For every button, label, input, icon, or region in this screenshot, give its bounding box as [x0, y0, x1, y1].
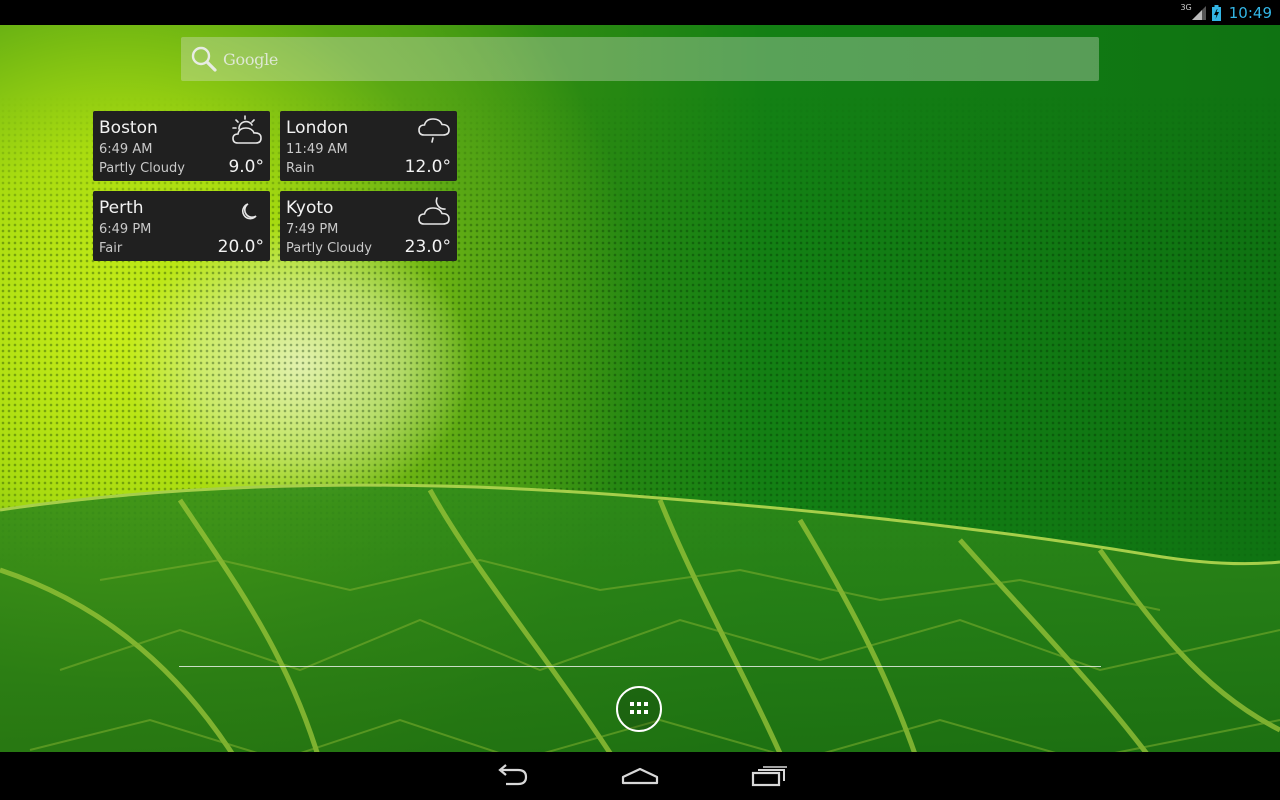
signal-icon — [1191, 5, 1206, 20]
network-type-label: 3G — [1180, 3, 1192, 12]
recents-icon — [751, 766, 787, 787]
status-clock[interactable]: 10:49 — [1229, 4, 1272, 22]
dock-divider — [179, 666, 1101, 667]
weather-city: Boston — [99, 118, 158, 138]
all-apps-button[interactable] — [616, 686, 662, 732]
weather-card-kyoto[interactable]: Kyoto 7:49 PM Partly Cloudy 23.0° — [280, 191, 457, 261]
recents-button[interactable] — [729, 752, 809, 800]
weather-time: 6:49 PM — [99, 222, 152, 237]
weather-time: 11:49 AM — [286, 142, 348, 157]
moon-icon — [242, 203, 257, 220]
weather-card-perth[interactable]: Perth 6:49 PM Fair 20.0° — [93, 191, 270, 261]
rain-icon — [418, 118, 450, 143]
weather-condition: Fair — [99, 241, 123, 256]
weather-condition: Partly Cloudy — [99, 161, 185, 176]
home-icon — [621, 767, 659, 785]
back-button[interactable] — [472, 752, 552, 800]
wallpaper-leaf — [0, 483, 1280, 800]
weather-temperature: 23.0° — [404, 237, 451, 257]
weather-time: 6:49 AM — [99, 142, 153, 157]
weather-condition: Partly Cloudy — [286, 241, 372, 256]
back-icon — [498, 764, 528, 786]
search-icon — [191, 46, 217, 72]
weather-city: London — [286, 118, 349, 138]
weather-temperature: 9.0° — [228, 157, 264, 177]
home-screen: 3G 10:49 Google Boston 6:49 AM Partly Cl… — [0, 0, 1280, 800]
google-search-bar[interactable]: Google — [181, 37, 1099, 81]
partly-cloudy-night-icon — [418, 197, 450, 225]
weather-time: 7:49 PM — [286, 222, 339, 237]
partly-cloudy-day-icon — [232, 115, 262, 144]
weather-card-boston[interactable]: Boston 6:49 AM Partly Cloudy 9.0° — [93, 111, 270, 181]
weather-condition: Rain — [286, 161, 315, 176]
home-button[interactable] — [600, 752, 680, 800]
weather-temperature: 20.0° — [217, 237, 264, 257]
weather-city: Perth — [99, 198, 144, 218]
status-indicators: 3G 10:49 — [1180, 0, 1272, 25]
all-apps-icon — [630, 702, 648, 714]
status-bar: 3G 10:49 — [0, 0, 1280, 25]
weather-temperature: 12.0° — [404, 157, 451, 177]
weather-city: Kyoto — [286, 198, 334, 218]
navigation-bar — [0, 752, 1280, 800]
search-label: Google — [223, 49, 279, 69]
weather-card-london[interactable]: London 11:49 AM Rain 12.0° — [280, 111, 457, 181]
battery-charging-icon — [1211, 4, 1221, 21]
